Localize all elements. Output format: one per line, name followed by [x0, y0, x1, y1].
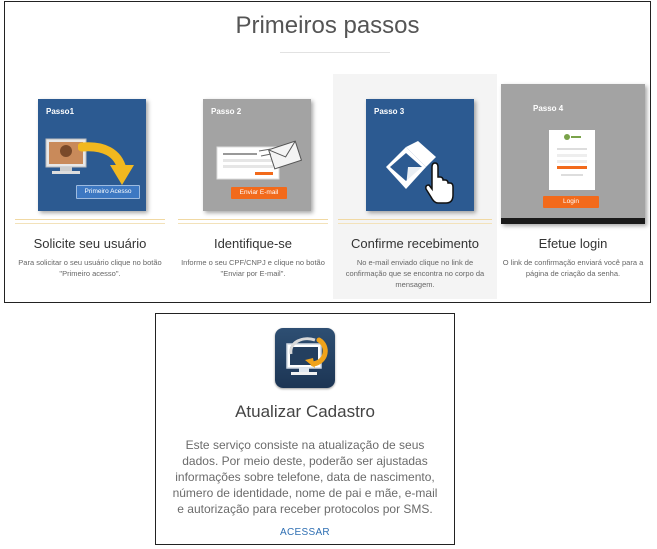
step-1-card-label: Passo1 [46, 107, 75, 116]
step-4: Passo 4 Login Efetue login O link de con… [497, 74, 649, 299]
first-steps-panel: Primeiros passos Passo1 Primeiro Acesso … [4, 1, 651, 303]
step-divider-2 [15, 223, 165, 224]
acessar-link[interactable]: ACESSAR [156, 527, 454, 538]
step-3-card[interactable]: Passo 3 [366, 99, 474, 211]
step-1: Passo1 Primeiro Acesso Solicite seu usuá… [10, 74, 170, 299]
step-3: Passo 3 Confirme recebimento No e-mail e… [333, 74, 497, 299]
step-4-card-label: Passo 4 [533, 104, 564, 113]
step-3-description: No e-mail enviado clique no link de conf… [345, 258, 485, 289]
step-divider-2 [178, 223, 328, 224]
curved-arrow-icon [78, 142, 134, 185]
step-divider [178, 219, 328, 220]
step-1-card[interactable]: Passo1 Primeiro Acesso [38, 99, 146, 211]
step-3-card-label: Passo 3 [374, 107, 405, 116]
service-title: Atualizar Cadastro [235, 402, 375, 421]
step-2-card[interactable]: Passo 2 Enviar E-mail [203, 99, 311, 211]
step-2-description: Informe o seu CPF/CNPJ e clique no botão… [181, 258, 325, 278]
service-card: Atualizar Cadastro Este serviço consiste… [155, 313, 455, 545]
card-bottom-bar [501, 218, 645, 224]
step-3-title: Confirme recebimento [351, 236, 479, 251]
step-4-card[interactable]: Passo 4 Login [501, 84, 645, 224]
step-divider [338, 219, 492, 220]
login-button[interactable]: Login [543, 196, 599, 208]
step-1-title: Solicite seu usuário [33, 236, 147, 251]
open-envelope-icon [386, 141, 454, 204]
step-divider-2 [338, 223, 492, 224]
step-divider [15, 219, 165, 220]
step-1-description: Para solicitar o seu usuário clique no b… [18, 258, 162, 278]
step-4-description: O link de confirmação enviará você para … [502, 258, 644, 278]
step-4-title: Efetue login [538, 236, 608, 251]
primeiro-acesso-button[interactable]: Primeiro Acesso [76, 185, 140, 199]
step-2-title: Identifique-se [213, 236, 293, 251]
enviar-email-button[interactable]: Enviar E-mail [231, 187, 287, 199]
step-2: Passo 2 Enviar E-mail Identifique-se Inf… [173, 74, 333, 299]
step-2-card-label: Passo 2 [211, 107, 242, 116]
monitor-refresh-icon [275, 328, 335, 388]
login-page-icon [549, 130, 595, 190]
email-form-icon [216, 140, 303, 180]
page-title: Primeiros passos [235, 12, 420, 39]
title-divider [280, 52, 390, 53]
service-description: Este serviço consiste na atualização de … [172, 438, 438, 516]
